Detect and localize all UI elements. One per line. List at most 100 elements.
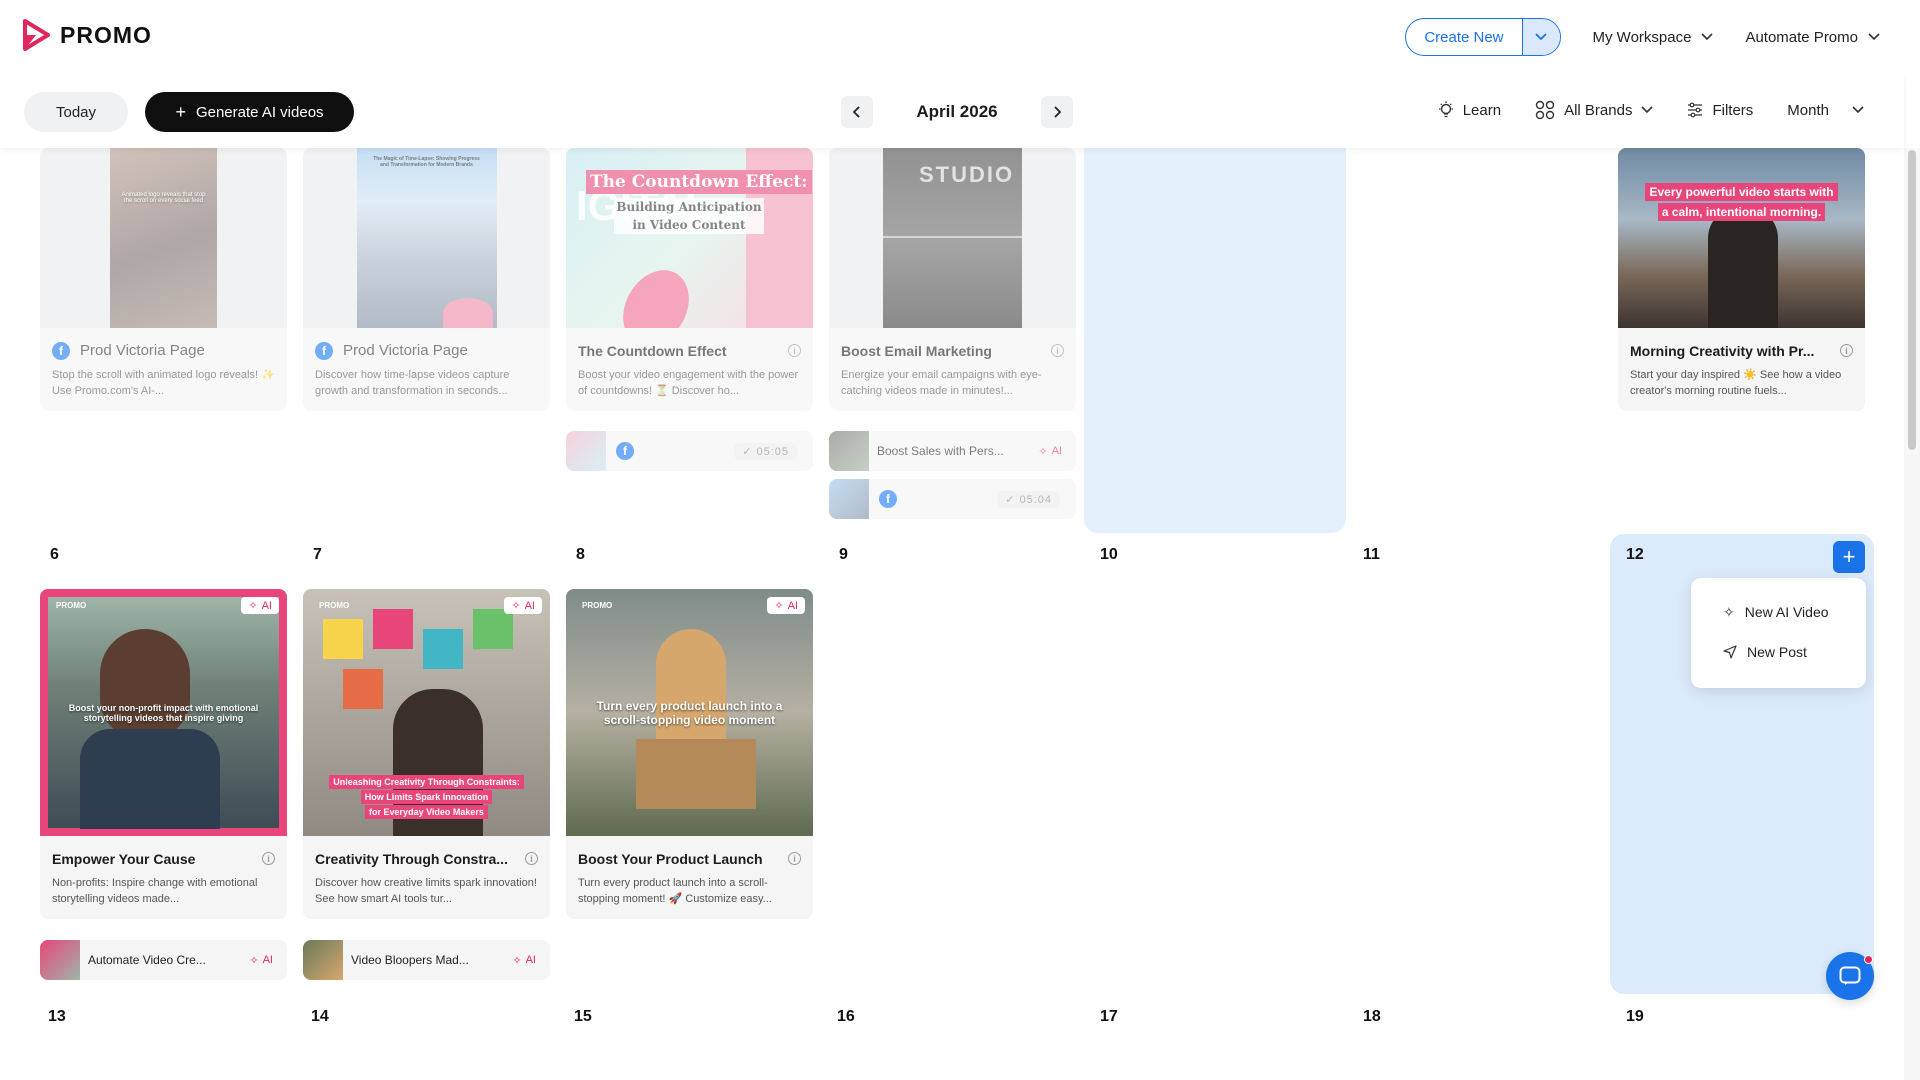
post-card[interactable]: STUDIO Boost Email Marketing i Energize y… xyxy=(829,148,1076,411)
promo-logo[interactable]: PROMO xyxy=(22,18,152,52)
info-icon[interactable]: i xyxy=(788,852,801,865)
ai-sparkle-icon: ✧ xyxy=(1038,445,1048,458)
thumbnail-caption: Boost your non-profit impact with emotio… xyxy=(68,703,259,723)
page-name: Prod Victoria Page xyxy=(80,342,205,359)
post-card[interactable]: PROMO ✧ AI Boost your non-profit impact w… xyxy=(40,589,287,919)
toolbar-right: Learn All Brands Filters Month xyxy=(1438,100,1864,120)
create-new-label: Create New xyxy=(1424,28,1504,46)
scheduled-post-item[interactable]: f ✓ 05:05 xyxy=(566,431,813,471)
scheduled-post-item[interactable]: f ✓ 05:04 xyxy=(829,479,1076,519)
page-scrollbar[interactable] xyxy=(1904,148,1920,1080)
post-card[interactable]: The Magic of Time-Lapse: Showing Progres… xyxy=(303,148,550,411)
filters-button[interactable]: Filters xyxy=(1687,102,1753,119)
chevron-down-icon[interactable] xyxy=(1521,19,1560,55)
day-number: 19 xyxy=(1626,1008,1644,1025)
post-title: Creativity Through Constra... i xyxy=(303,836,550,869)
support-chat-button[interactable] xyxy=(1826,952,1874,1000)
page-name-row: f Prod Victoria Page xyxy=(315,341,468,360)
create-new-button[interactable]: Create New xyxy=(1405,18,1561,56)
thumbnail-caption: Turn every product launch into a scroll-… xyxy=(596,699,783,727)
post-description: Non-profits: Inspire change with emotion… xyxy=(52,877,258,905)
promo-logo-icon xyxy=(23,19,50,51)
thumbnail-caption: Every powerful video starts with a calm,… xyxy=(1618,182,1865,222)
ai-tag: ✧ AI xyxy=(1038,445,1062,458)
post-title: Boost Your Product Launch i xyxy=(566,836,813,869)
thumbnail-title: The Countdown Effect: xyxy=(586,170,812,194)
info-icon[interactable]: i xyxy=(788,344,801,357)
post-card[interactable]: PROMO ✧ AI Unleashing Creativity Through … xyxy=(303,589,550,919)
today-button[interactable]: Today xyxy=(24,92,128,132)
post-title: Morning Creativity with Pr... i xyxy=(1618,328,1865,361)
post-mini-thumbnail xyxy=(566,431,606,471)
thumbnail-caption: Unleashing Creativity Through Constraint… xyxy=(303,775,550,820)
new-post-menu-item[interactable]: New Post xyxy=(1691,632,1866,672)
post-thumbnail: PROMO ✧ AI Turn every product launch into… xyxy=(566,589,813,836)
post-thumbnail: IGITAL The Countdown Effect: Building An… xyxy=(566,148,813,328)
workspace-dropdown[interactable]: My Workspace xyxy=(1593,29,1714,46)
ai-badge: ✧ AI xyxy=(241,597,279,614)
post-description: Energize your email campaigns with eye-c… xyxy=(841,369,1042,397)
month-navigation: April 2026 xyxy=(841,96,1073,128)
app-name: PROMO xyxy=(60,21,152,48)
ai-sparkle-icon: ✧ xyxy=(1723,603,1735,620)
scheduled-post-item[interactable]: Automate Video Cre... ✧ AI xyxy=(40,940,287,980)
automate-promo-dropdown[interactable]: Automate Promo xyxy=(1745,29,1880,46)
post-card[interactable]: Every powerful video starts with a calm,… xyxy=(1618,148,1865,411)
ai-badge: ✧ AI xyxy=(504,597,542,614)
chat-icon xyxy=(1839,966,1861,985)
info-icon[interactable]: i xyxy=(525,852,538,865)
info-icon[interactable]: i xyxy=(1051,344,1064,357)
ai-badge: ✧ AI xyxy=(767,597,805,614)
calendar-grid: Animated logo reveals that stop the scro… xyxy=(0,148,1904,1080)
facebook-icon: f xyxy=(616,442,634,460)
all-brands-label: All Brands xyxy=(1564,101,1633,119)
post-description: Turn every product launch into a scroll-… xyxy=(578,877,772,905)
thumbnail-caption: The Magic of Time-Lapse: Showing Progres… xyxy=(373,156,480,168)
chevron-down-icon xyxy=(1701,33,1714,41)
add-menu-popover: ✧ New AI Video New Post xyxy=(1691,578,1866,688)
brands-grid-icon xyxy=(1535,100,1555,120)
new-ai-video-label: New AI Video xyxy=(1744,604,1829,620)
day-number: 12 xyxy=(1626,546,1644,563)
info-icon[interactable]: i xyxy=(1840,344,1853,357)
post-card[interactable]: Animated logo reveals that stop the scro… xyxy=(40,148,287,411)
day-number: 17 xyxy=(1100,1008,1118,1025)
post-thumbnail: The Magic of Time-Lapse: Showing Progres… xyxy=(303,148,550,328)
post-mini-title: Video Bloopers Mad... xyxy=(351,953,469,967)
post-mini-thumbnail xyxy=(829,479,869,519)
post-title: Empower Your Cause i xyxy=(40,836,287,869)
send-icon xyxy=(1723,645,1737,659)
post-title: Boost Email Marketing i xyxy=(829,328,1076,361)
post-description: Start your day inspired ☀️ See how a vid… xyxy=(1630,369,1842,397)
brand-watermark: PROMO xyxy=(582,601,613,610)
post-description: Boost your video engagement with the pow… xyxy=(578,369,799,397)
post-thumbnail: PROMO ✧ AI Boost your non-profit impact w… xyxy=(40,589,287,836)
next-month-button[interactable] xyxy=(1041,96,1073,128)
scheduled-post-item[interactable]: Video Bloopers Mad... ✧ AI xyxy=(303,940,550,980)
learn-button[interactable]: Learn xyxy=(1438,101,1501,119)
day-number: 7 xyxy=(313,546,322,563)
day-number: 15 xyxy=(574,1008,592,1025)
scrollbar-thumb[interactable] xyxy=(1908,150,1916,450)
post-card[interactable]: IGITAL The Countdown Effect: Building An… xyxy=(566,148,813,411)
all-brands-dropdown[interactable]: All Brands xyxy=(1535,100,1654,120)
scheduled-post-item[interactable]: Boost Sales with Pers... ✧ AI xyxy=(829,431,1076,471)
chevron-left-icon xyxy=(853,106,860,118)
brand-watermark: PROMO xyxy=(319,601,350,610)
automate-promo-label: Automate Promo xyxy=(1745,28,1858,46)
post-thumbnail: Every powerful video starts with a calm,… xyxy=(1618,148,1865,328)
prev-month-button[interactable] xyxy=(841,96,873,128)
info-icon[interactable]: i xyxy=(262,852,275,865)
day-number: 6 xyxy=(50,546,59,563)
thumbnail-subtitle: Building Anticipation in Video Content xyxy=(614,198,764,234)
new-ai-video-menu-item[interactable]: ✧ New AI Video xyxy=(1691,592,1866,632)
post-mini-thumbnail xyxy=(40,940,80,980)
day-number: 10 xyxy=(1100,546,1118,563)
filters-label: Filters xyxy=(1712,101,1754,119)
generate-ai-videos-button[interactable]: + Generate AI videos xyxy=(145,92,354,132)
day-number: 16 xyxy=(837,1008,855,1025)
post-card[interactable]: PROMO ✧ AI Turn every product launch into… xyxy=(566,589,813,919)
ai-sparkle-icon: ✧ xyxy=(511,600,521,612)
add-post-button[interactable]: + xyxy=(1833,541,1865,573)
view-mode-dropdown[interactable]: Month xyxy=(1787,102,1864,119)
